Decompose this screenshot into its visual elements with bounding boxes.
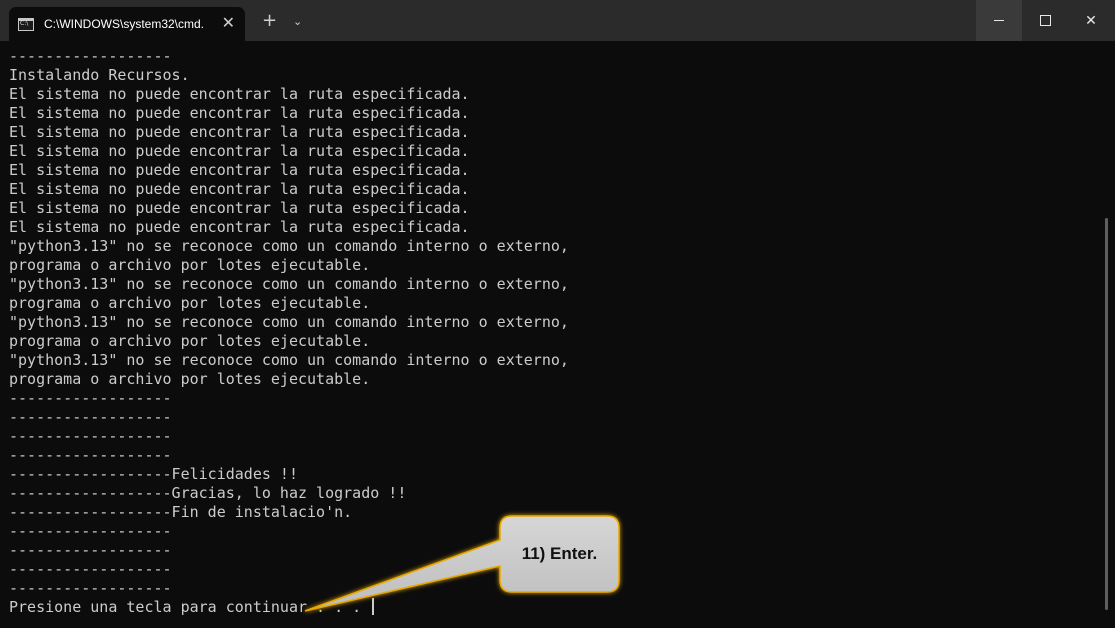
terminal-line: ------------------ (9, 47, 172, 65)
text-cursor (372, 598, 375, 615)
terminal-line: programa o archivo por lotes ejecutable. (9, 370, 371, 388)
terminal-line: El sistema no puede encontrar la ruta es… (9, 180, 470, 198)
terminal-line: ------------------ (9, 427, 172, 445)
terminal-line: El sistema no puede encontrar la ruta es… (9, 199, 470, 217)
maximize-button[interactable] (1022, 0, 1068, 41)
chevron-down-icon[interactable]: ⌄ (293, 15, 302, 28)
terminal-line: "python3.13" no se reconoce como un coma… (9, 313, 569, 331)
terminal-line: ------------------ (9, 446, 172, 464)
terminal-line: ------------------Gracias, lo haz lograd… (9, 484, 407, 502)
terminal-line: El sistema no puede encontrar la ruta es… (9, 218, 470, 236)
terminal-line: programa o archivo por lotes ejecutable. (9, 332, 371, 350)
close-icon: ✕ (1085, 12, 1097, 29)
terminal-line: "python3.13" no se reconoce como un coma… (9, 275, 569, 293)
new-tab-button[interactable]: + (262, 12, 277, 30)
tab-title: C:\WINDOWS\system32\cmd. (44, 17, 205, 31)
terminal-line: El sistema no puede encontrar la ruta es… (9, 161, 470, 179)
terminal-line: Instalando Recursos. (9, 66, 190, 84)
terminal-line: programa o archivo por lotes ejecutable. (9, 256, 371, 274)
terminal-line: programa o archivo por lotes ejecutable. (9, 294, 371, 312)
title-bar: C:\WINDOWS\system32\cmd. ✕ + ⌄ ✕ (0, 0, 1115, 41)
terminal-line: El sistema no puede encontrar la ruta es… (9, 85, 470, 103)
terminal-line: ------------------ (9, 408, 172, 426)
callout-label: 11) Enter. (521, 544, 598, 563)
close-tab-icon[interactable]: ✕ (222, 15, 235, 31)
terminal-line: El sistema no puede encontrar la ruta es… (9, 142, 470, 160)
terminal-line: "python3.13" no se reconoce como un coma… (9, 351, 569, 369)
terminal-line: ------------------ (9, 389, 172, 407)
terminal-line: ------------------Felicidades !! (9, 465, 298, 483)
maximize-icon (1039, 15, 1051, 26)
terminal-line: El sistema no puede encontrar la ruta es… (9, 104, 470, 122)
close-window-button[interactable]: ✕ (1068, 0, 1114, 41)
terminal-tab[interactable]: C:\WINDOWS\system32\cmd. ✕ (9, 7, 245, 41)
terminal-line: Presione una tecla para continuar . . . (9, 598, 1089, 617)
minimize-button[interactable] (976, 0, 1022, 41)
scrollbar[interactable] (1105, 218, 1108, 610)
terminal-line: "python3.13" no se reconoce como un coma… (9, 237, 569, 255)
minimize-icon (994, 20, 1004, 21)
cmd-icon (18, 17, 34, 31)
terminal-line: El sistema no puede encontrar la ruta es… (9, 123, 470, 141)
